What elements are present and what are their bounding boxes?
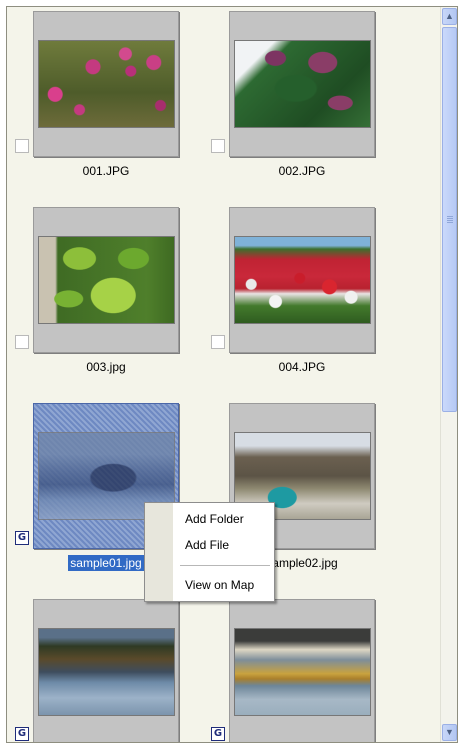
file-name: 003.jpg: [86, 360, 126, 374]
photo-ivy-leaves: [38, 236, 175, 324]
file-name: 001.JPG: [82, 164, 130, 178]
thumbnail-frame[interactable]: [229, 599, 375, 742]
geotag-badge: G: [15, 727, 29, 741]
photo-tulip-field: [234, 236, 371, 324]
photo-foggy-bridge: [38, 628, 175, 716]
chevron-up-icon: ▲: [445, 11, 454, 21]
thumbnail-frame[interactable]: [33, 207, 179, 353]
scrollbar-grip-line: [447, 218, 453, 219]
select-checkbox[interactable]: [15, 335, 29, 349]
scroll-up-button[interactable]: ▲: [442, 8, 457, 25]
geotag-badge: G: [15, 531, 29, 545]
select-checkbox[interactable]: [211, 335, 225, 349]
photo-lilac-tree: [234, 40, 371, 128]
photo-lake-reflection: [234, 628, 371, 716]
menu-item-add-file[interactable]: Add File: [185, 538, 229, 552]
photo-pink-flowers: [38, 40, 175, 128]
geotag-badge: G: [211, 727, 225, 741]
chevron-down-icon: ▼: [445, 727, 454, 737]
thumbnail-view[interactable]: 001.JPG 002.JPG 003.jpg 004.JPG G sample…: [6, 6, 458, 743]
context-menu-icon-gutter: [145, 503, 173, 601]
select-checkbox[interactable]: [15, 139, 29, 153]
menu-item-view-on-map[interactable]: View on Map: [185, 578, 254, 592]
scrollbar-grip-line: [447, 222, 453, 223]
menu-item-add-folder[interactable]: Add Folder: [185, 512, 244, 526]
vertical-scrollbar[interactable]: ▲ ▼: [440, 7, 457, 742]
thumbnail-frame[interactable]: [33, 599, 179, 742]
scroll-down-button[interactable]: ▼: [442, 724, 457, 741]
scrollbar-grip-line: [447, 216, 453, 217]
select-checkbox[interactable]: [211, 139, 225, 153]
context-menu: Add Folder Add File View on Map: [144, 502, 275, 602]
scrollbar-grip-line: [447, 220, 453, 221]
thumbnail-frame[interactable]: [229, 11, 375, 157]
scrollbar-thumb[interactable]: [442, 27, 457, 412]
menu-separator: [180, 565, 270, 566]
thumbnail-frame[interactable]: [33, 11, 179, 157]
file-name: 004.JPG: [278, 360, 326, 374]
file-name: 002.JPG: [278, 164, 326, 178]
thumbnail-frame[interactable]: [229, 207, 375, 353]
